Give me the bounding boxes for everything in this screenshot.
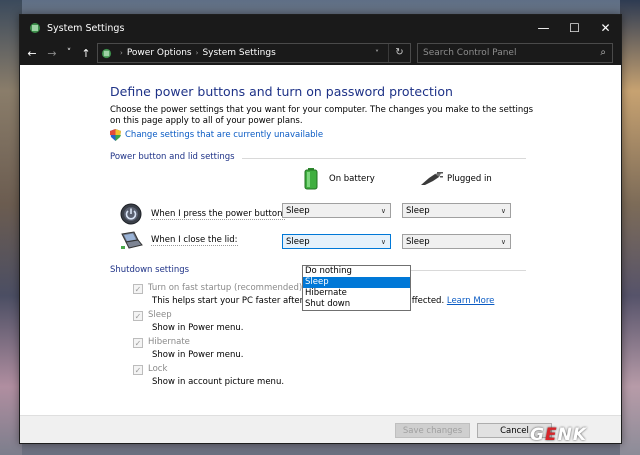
system-settings-window: System Settings — ☐ ✕ ← → ˅ ↑ › Power Op… (19, 14, 622, 444)
address-dropdown-icon[interactable]: ˅ (366, 49, 388, 58)
up-button[interactable]: ↑ (78, 43, 94, 63)
breadcrumb-separator: › (120, 49, 123, 57)
save-changes-button[interactable]: Save changes (395, 423, 470, 438)
page-title: Define power buttons and turn on passwor… (110, 84, 453, 99)
power-button-icon (120, 203, 142, 225)
hibernate-description: Show in Power menu. (152, 350, 244, 360)
laptop-lid-icon (121, 231, 143, 249)
chevron-down-icon: ∨ (380, 238, 386, 246)
lock-checkbox[interactable]: ✓ (133, 365, 143, 375)
change-settings-link[interactable]: Change settings that are currently unava… (110, 129, 323, 141)
power-button-label: When I press the power button: (151, 208, 286, 220)
power-plug-icon (421, 172, 443, 185)
breadcrumb-system-settings[interactable]: System Settings (202, 48, 275, 58)
dropdown-option-shut-down[interactable]: Shut down (303, 299, 410, 310)
sleep-description: Show in Power menu. (152, 323, 244, 333)
control-panel-icon (28, 22, 41, 35)
hibernate-row[interactable]: ✓ Hibernate (133, 337, 190, 348)
uac-shield-icon (110, 129, 121, 141)
power-button-group-label: Power button and lid settings (110, 152, 235, 162)
lid-row: When I close the lid: (120, 230, 238, 250)
minimize-button[interactable]: — (528, 15, 559, 41)
dropdown-option-hibernate[interactable]: Hibernate (303, 288, 410, 299)
back-button[interactable]: ← (24, 43, 40, 63)
watermark-nk: NK (557, 425, 587, 445)
chevron-down-icon: ∨ (500, 238, 506, 246)
on-battery-header: On battery (304, 168, 375, 190)
genk-watermark: G E NK (530, 425, 587, 445)
refresh-icon[interactable]: ↻ (388, 44, 410, 62)
power-button-row: When I press the power button: (120, 203, 286, 225)
plugged-in-header: Plugged in (419, 172, 492, 186)
breadcrumb-separator: › (195, 49, 199, 57)
breadcrumb[interactable]: › Power Options › System Settings ˅ ↻ (97, 43, 411, 63)
fast-startup-row[interactable]: ✓ Turn on fast startup (recommended) (133, 283, 302, 294)
fast-startup-label: Turn on fast startup (recommended) (148, 283, 303, 293)
chevron-down-icon: ∨ (380, 207, 386, 215)
lid-battery-select[interactable]: Sleep ∨ (282, 234, 391, 249)
main-content: Define power buttons and turn on passwor… (20, 65, 621, 415)
control-panel-icon (101, 48, 112, 59)
battery-icon (304, 168, 318, 190)
address-bar: ← → ˅ ↑ › Power Options › System Setting… (20, 41, 621, 65)
search-icon[interactable]: ⌕ (600, 47, 606, 58)
power-button-plugged-value: Sleep (406, 205, 430, 216)
lock-label: Lock (148, 364, 168, 374)
lid-label: When I close the lid: (151, 234, 238, 246)
fast-startup-checkbox[interactable]: ✓ (133, 284, 143, 294)
watermark-e: E (544, 425, 558, 445)
recent-locations-button[interactable]: ˅ (64, 43, 74, 63)
plugged-in-label: Plugged in (447, 174, 492, 184)
lid-plugged-value: Sleep (406, 236, 430, 247)
hibernate-label: Hibernate (148, 337, 190, 347)
lock-description: Show in account picture menu. (152, 377, 285, 387)
sleep-checkbox[interactable]: ✓ (133, 311, 143, 321)
power-button-battery-value: Sleep (286, 205, 310, 216)
desktop-background-right (620, 0, 640, 455)
breadcrumb-power-options[interactable]: Power Options (127, 48, 192, 58)
page-description: Choose the power settings that you want … (110, 105, 534, 126)
close-button[interactable]: ✕ (590, 15, 621, 41)
sleep-label: Sleep (148, 310, 172, 320)
group-divider (392, 270, 526, 271)
hibernate-checkbox[interactable]: ✓ (133, 338, 143, 348)
change-settings-link-text[interactable]: Change settings that are currently unava… (125, 130, 323, 140)
lid-battery-value: Sleep (286, 236, 310, 247)
power-button-plugged-select[interactable]: Sleep ∨ (402, 203, 511, 218)
lock-row[interactable]: ✓ Lock (133, 364, 167, 375)
power-button-battery-select[interactable]: Sleep ∨ (282, 203, 391, 218)
lid-battery-dropdown-list[interactable]: Do nothing Sleep Hibernate Shut down (302, 265, 411, 311)
search-placeholder: Search Control Panel (423, 48, 517, 58)
dropdown-option-sleep[interactable]: Sleep (303, 277, 410, 288)
on-battery-label: On battery (329, 174, 375, 184)
lid-plugged-select[interactable]: Sleep ∨ (402, 234, 511, 249)
group-divider (242, 158, 526, 159)
maximize-button[interactable]: ☐ (559, 15, 590, 41)
chevron-down-icon: ∨ (500, 207, 506, 215)
title-bar: System Settings — ☐ ✕ (20, 15, 621, 41)
learn-more-link[interactable]: Learn More (447, 296, 495, 306)
search-input[interactable]: Search Control Panel ⌕ (417, 43, 613, 63)
shutdown-group-label: Shutdown settings (110, 265, 190, 275)
forward-button[interactable]: → (44, 43, 60, 63)
watermark-g: G (530, 425, 545, 445)
sleep-row[interactable]: ✓ Sleep (133, 310, 172, 321)
window-title: System Settings (47, 22, 125, 34)
dropdown-option-do-nothing[interactable]: Do nothing (303, 266, 410, 277)
